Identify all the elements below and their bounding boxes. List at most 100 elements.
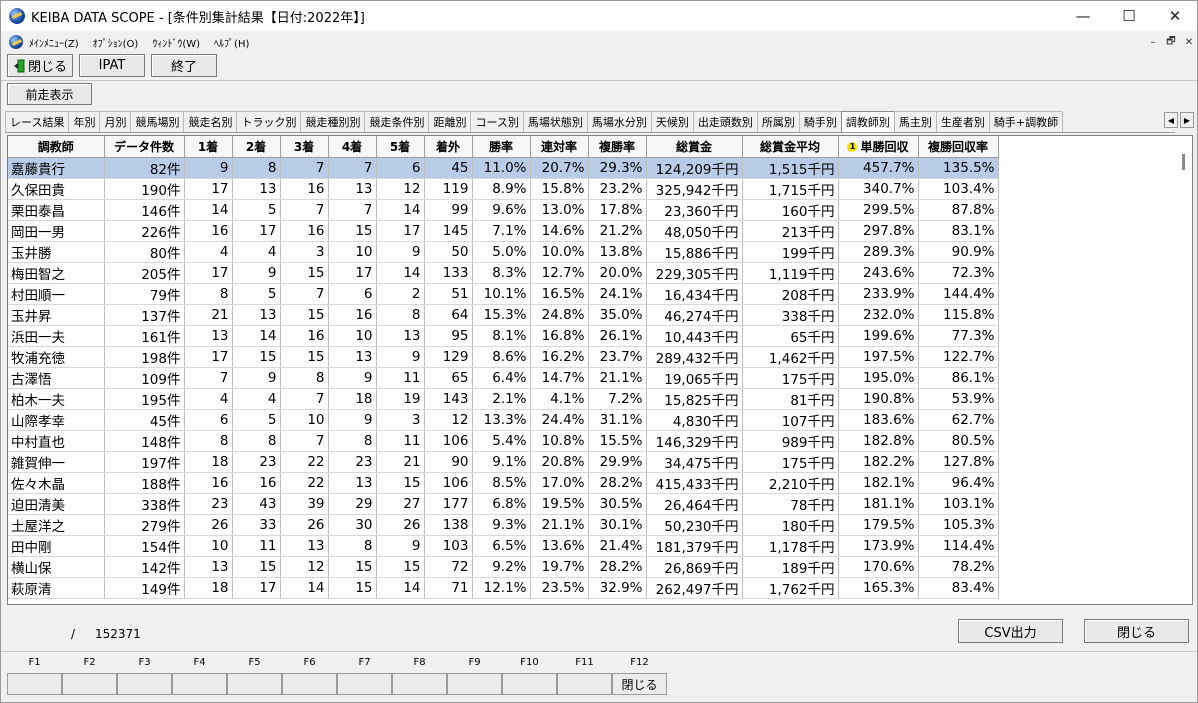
trainer-name-cell: 嘉藤貴行	[8, 157, 105, 179]
tab-13[interactable]: 出走頭数別	[692, 111, 758, 132]
fkey-button-7[interactable]	[337, 673, 392, 695]
table-row[interactable]: 佐々木晶 188件 16 16 22 13 15 106 8.5% 17.0% 28.2% 415,4…	[8, 472, 999, 494]
column-header-10[interactable]: 複勝率	[588, 136, 647, 158]
csv-export-button[interactable]: CSV出力	[958, 619, 1063, 643]
table-row[interactable]: 牧浦充徳 198件 17 15 15 13 9 129 8.6% 16.2% 23.7% 289,43…	[8, 346, 999, 368]
table-row[interactable]: 村田順一 79件 8 5 7 6 2 51 10.1% 16.5% 24.1% 16,434千円 208…	[8, 283, 999, 305]
column-header-8[interactable]: 勝率	[472, 136, 531, 158]
column-header-1[interactable]: データ件数	[104, 136, 185, 158]
maximize-button[interactable]: ☐	[1106, 1, 1152, 31]
tab-7[interactable]: 競走条件別	[364, 111, 430, 132]
tab-6[interactable]: 競走種別別	[300, 111, 366, 132]
fkey-button-2[interactable]	[62, 673, 117, 695]
fkey-button-3[interactable]	[117, 673, 172, 695]
column-header-11[interactable]: 総賞金	[646, 136, 743, 158]
minimize-button[interactable]: —	[1060, 1, 1106, 31]
tab-2[interactable]: 月別	[99, 111, 132, 132]
fkey-button-9[interactable]	[447, 673, 502, 695]
column-header-0[interactable]: 調教師	[8, 136, 105, 158]
table-row[interactable]: 雑賀伸一 197件 18 23 22 23 21 90 9.1% 20.8% 29.9% 34,475…	[8, 451, 999, 473]
table-cell: 124,209千円	[646, 157, 743, 179]
column-header-3[interactable]: 2着	[232, 136, 281, 158]
tab-9[interactable]: コース別	[470, 111, 524, 132]
fkey-button-10[interactable]	[502, 673, 557, 695]
tab-scroll-left-icon[interactable]: ◀	[1164, 112, 1178, 128]
column-header-13[interactable]: 1 単勝回収	[838, 136, 919, 158]
table-row[interactable]: 横山保 142件 13 15 12 15 15 72 9.2% 19.7% 28.2% 26,869千…	[8, 556, 999, 578]
tab-15[interactable]: 騎手別	[798, 111, 842, 132]
column-header-2[interactable]: 1着	[184, 136, 233, 158]
scrollbar-thumb[interactable]	[1182, 154, 1185, 170]
trainer-name-cell: 栗田泰昌	[8, 199, 105, 221]
table-row[interactable]: 久保田貴 190件 17 13 16 13 12 119 8.9% 15.8% 23.2% 325,9…	[8, 178, 999, 200]
table-row[interactable]: 迫田清美 338件 23 43 39 29 27 177 6.8% 19.5% 30.5% 26,46…	[8, 493, 999, 515]
table-row[interactable]: 玉井勝 80件 4 4 3 10 9 50 5.0% 10.0% 13.8% 15,886千円 199千…	[8, 241, 999, 263]
mdi-close-button[interactable]: ✕	[1181, 34, 1197, 50]
fkey-button-4[interactable]	[172, 673, 227, 695]
table-row[interactable]: 柏木一夫 195件 4 4 7 18 19 143 2.1% 4.1% 7.2% 15,825千円 81…	[8, 388, 999, 410]
tab-scroll-right-icon[interactable]: ▶	[1180, 112, 1194, 128]
column-header-14[interactable]: 複勝回収率	[918, 136, 999, 158]
tab-5[interactable]: トラック別	[236, 111, 302, 132]
column-header-9[interactable]: 連対率	[530, 136, 589, 158]
fkey-button-11[interactable]	[557, 673, 612, 695]
tab-1[interactable]: 年別	[68, 111, 101, 132]
tab-14[interactable]: 所属別	[756, 111, 800, 132]
tab-12[interactable]: 天候別	[650, 111, 694, 132]
table-row[interactable]: 玉井昇 137件 21 13 15 16 8 64 15.3% 24.8% 35.0% 46,274千…	[8, 304, 999, 326]
table-row[interactable]: 梅田智之 205件 17 9 15 17 14 133 8.3% 12.7% 20.0% 229,30…	[8, 262, 999, 284]
menu-window[interactable]: ｳｨﾝﾄﾞｳ(W)	[152, 35, 200, 50]
mdi-restore-button[interactable]: 🗗	[1163, 34, 1179, 50]
fkey-button-1[interactable]	[7, 673, 62, 695]
fkey-button-8[interactable]	[392, 673, 447, 695]
menu-main[interactable]: ﾒｲﾝﾒﾆｭｰ(Z)	[29, 35, 79, 50]
table-cell: 148件	[104, 430, 185, 452]
table-cell: 13	[232, 304, 281, 326]
mdi-system-icon[interactable]	[9, 35, 23, 49]
ipat-button[interactable]: IPAT	[79, 54, 145, 77]
previous-race-button[interactable]: 前走表示	[7, 83, 92, 105]
column-header-4[interactable]: 3着	[280, 136, 329, 158]
fkey-button-5[interactable]	[227, 673, 282, 695]
tab-3[interactable]: 競馬場別	[130, 111, 185, 132]
close-toolbar-button[interactable]: 閉じる	[7, 54, 73, 77]
tab-17[interactable]: 馬主別	[893, 111, 937, 132]
fkey-button-12[interactable]: 閉じる	[612, 673, 667, 695]
tab-4[interactable]: 競走名別	[183, 111, 238, 132]
tab-18[interactable]: 生産者別	[935, 111, 990, 132]
tab-16[interactable]: 調教師別	[840, 111, 895, 132]
fkey-button-6[interactable]	[282, 673, 337, 695]
table-row[interactable]: 浜田一夫 161件 13 14 16 10 13 95 8.1% 16.8% 26.1% 10,443…	[8, 325, 999, 347]
tab-10[interactable]: 馬場状態別	[522, 111, 588, 132]
table-row[interactable]: 萩原清 149件 18 17 14 15 14 71 12.1% 23.5% 32.9% 262,49…	[8, 577, 999, 599]
table-row[interactable]: 田中剛 154件 10 11 13 8 9 103 6.5% 13.6% 21.4% 181,379千…	[8, 535, 999, 557]
column-header-6[interactable]: 5着	[376, 136, 425, 158]
mdi-minimize-button[interactable]: –	[1145, 34, 1161, 50]
table-row[interactable]: 嘉藤貴行 82件 9 8 7 7 6 45 11.0% 20.7% 29.3% 124,209千円 1,…	[8, 157, 999, 179]
column-header-5[interactable]: 4着	[328, 136, 377, 158]
table-cell: 289,432千円	[646, 346, 743, 368]
close-button[interactable]: 閉じる	[1084, 619, 1189, 643]
close-window-button[interactable]: ✕	[1152, 1, 1198, 31]
end-button[interactable]: 終了	[151, 54, 217, 77]
tab-11[interactable]: 馬場水分別	[586, 111, 652, 132]
menu-help[interactable]: ﾍﾙﾌﾟ(H)	[214, 35, 249, 50]
table-cell: 8	[328, 430, 377, 452]
tab-8[interactable]: 距離別	[428, 111, 472, 132]
table-row[interactable]: 栗田泰昌 146件 14 5 7 7 14 99 9.6% 13.0% 17.8% 23,360千円 1…	[8, 199, 999, 221]
table-cell: 16,434千円	[646, 283, 743, 305]
column-header-12[interactable]: 総賞金平均	[742, 136, 839, 158]
vertical-scrollbar[interactable]	[1175, 136, 1192, 604]
table-row[interactable]: 土屋洋之 279件 26 33 26 30 26 138 9.3% 21.1% 30.1% 50,23…	[8, 514, 999, 536]
tab-19[interactable]: 騎手+調教師	[988, 111, 1064, 132]
tab-0[interactable]: レース結果	[5, 111, 70, 132]
results-grid[interactable]: 調教師 データ件数 1着 2着 3着 4着 5着 着外 勝率 連対率 複勝率 総賞金 総賞金平均 1 単勝回…	[7, 135, 1193, 605]
table-row[interactable]: 岡田一男 226件 16 17 16 15 17 145 7.1% 14.6% 21.2% 48,05…	[8, 220, 999, 242]
table-cell: 146件	[104, 199, 185, 221]
table-row[interactable]: 中村直也 148件 8 8 7 8 11 106 5.4% 10.8% 15.5% 146,329千円…	[8, 430, 999, 452]
menu-options[interactable]: ｵﾌﾟｼｮﾝ(O)	[93, 35, 139, 50]
table-cell: 17	[376, 220, 425, 242]
column-header-7[interactable]: 着外	[424, 136, 473, 158]
table-row[interactable]: 古澤悟 109件 7 9 8 9 11 65 6.4% 14.7% 21.1% 19,065千円 175…	[8, 367, 999, 389]
table-row[interactable]: 山際孝幸 45件 6 5 10 9 3 12 13.3% 24.4% 31.1% 4,830千円 107…	[8, 409, 999, 431]
